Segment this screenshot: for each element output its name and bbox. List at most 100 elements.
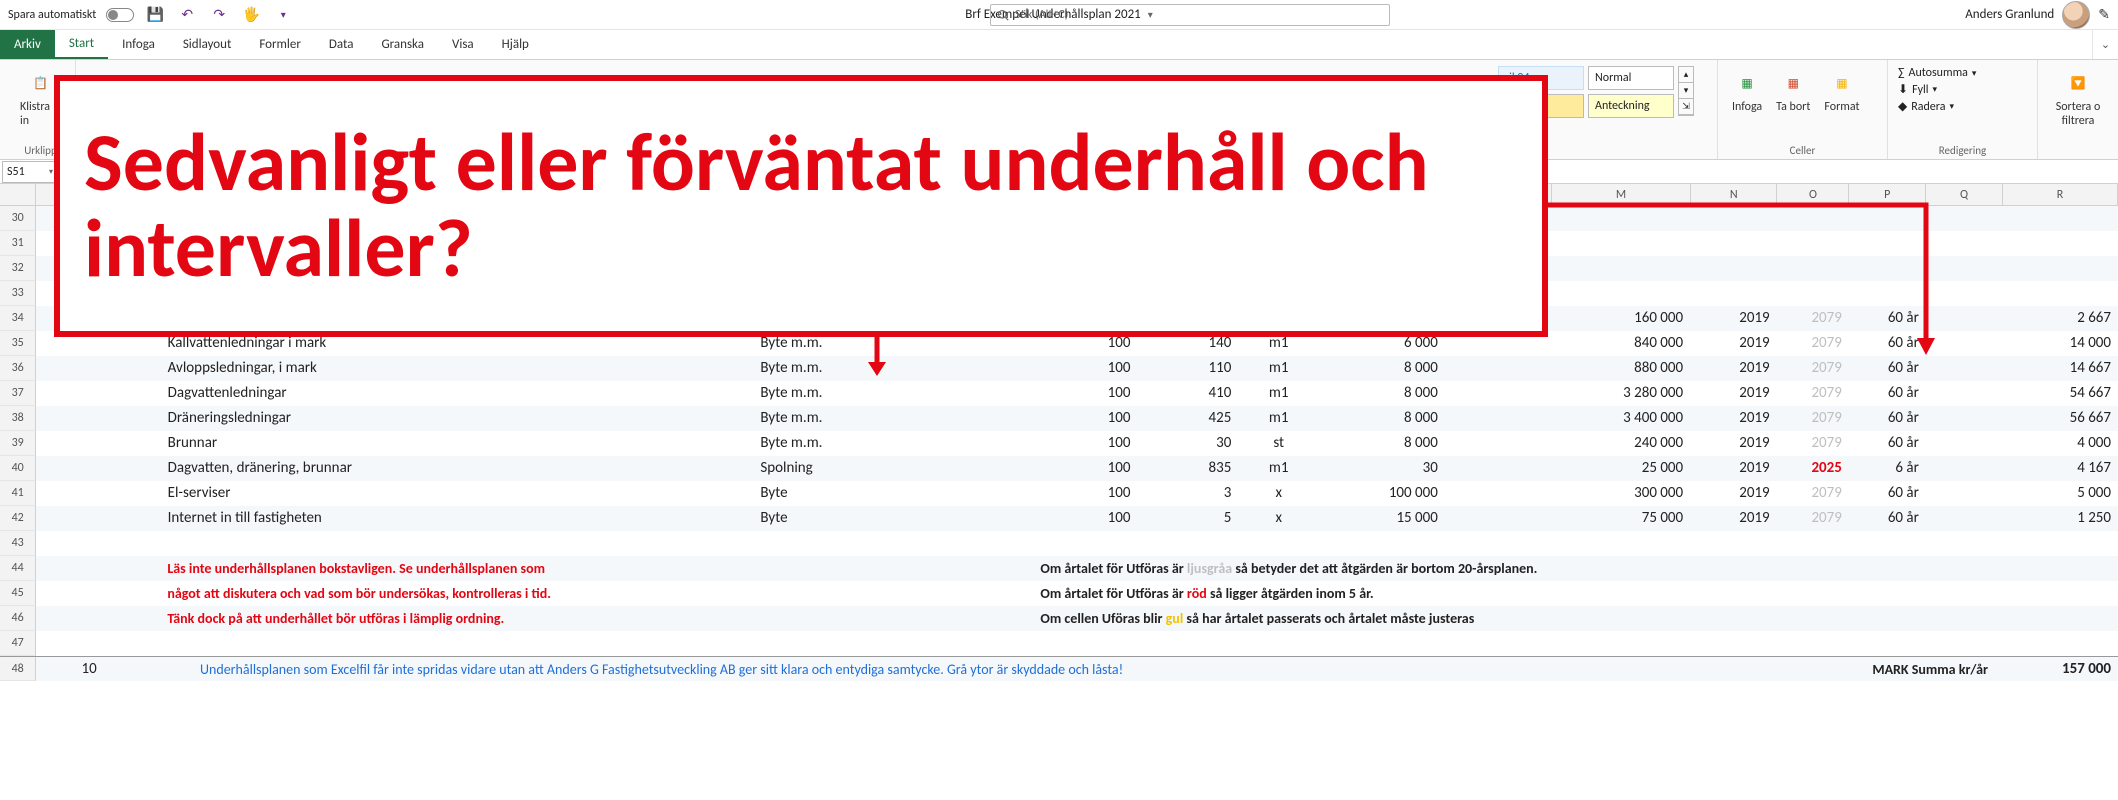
cell[interactable]: [2003, 631, 2118, 656]
cell[interactable]: st: [1238, 431, 1320, 456]
chevron-down-icon[interactable]: ▾: [49, 167, 53, 177]
cell[interactable]: 4 000: [2003, 431, 2118, 456]
cell[interactable]: [1137, 631, 1238, 656]
cell[interactable]: [1445, 356, 1493, 381]
cell[interactable]: 2019: [1690, 506, 1777, 531]
cell[interactable]: 2079: [1777, 406, 1849, 431]
cell[interactable]: [2003, 556, 2118, 581]
cell[interactable]: [1551, 531, 1690, 556]
cell[interactable]: 240 000: [1551, 431, 1690, 456]
cell[interactable]: [1493, 657, 1551, 681]
row-header[interactable]: 40: [0, 456, 36, 481]
cell[interactable]: [1037, 531, 1138, 556]
chevron-up-icon[interactable]: ▴: [1679, 67, 1693, 83]
tab-sidlayout[interactable]: Sidlayout: [169, 30, 246, 59]
format-cells-button[interactable]: ▦ Format: [1820, 66, 1863, 116]
cell[interactable]: 2079: [1777, 481, 1849, 506]
cell[interactable]: [1926, 431, 2003, 456]
cell[interactable]: 2079: [1777, 381, 1849, 406]
cell[interactable]: 100: [1037, 356, 1138, 381]
cell[interactable]: [1552, 556, 1691, 581]
cell[interactable]: 100: [1037, 431, 1138, 456]
cell[interactable]: [1926, 456, 2003, 481]
cell[interactable]: [2003, 531, 2118, 556]
cell[interactable]: 100: [1037, 406, 1138, 431]
cell[interactable]: [1926, 631, 2003, 656]
cell[interactable]: Byte m.m.: [754, 381, 1036, 406]
tab-formler[interactable]: Formler: [245, 30, 315, 59]
row-header[interactable]: 41: [0, 481, 36, 506]
cell[interactable]: [1551, 631, 1690, 656]
cell[interactable]: [1926, 481, 2003, 506]
cell[interactable]: [36, 556, 103, 581]
style-normal[interactable]: Normal: [1588, 66, 1674, 90]
cell[interactable]: 8 000: [1320, 406, 1445, 431]
cell[interactable]: [36, 356, 103, 381]
cell[interactable]: [1493, 531, 1551, 556]
tab-file[interactable]: Arkiv: [0, 30, 55, 59]
cell[interactable]: [1137, 531, 1238, 556]
cell[interactable]: 8 000: [1320, 431, 1445, 456]
cell[interactable]: [1493, 381, 1551, 406]
tab-start[interactable]: Start: [55, 30, 108, 59]
cell[interactable]: [1691, 581, 1777, 606]
cell[interactable]: 4 167: [2003, 456, 2118, 481]
row-header[interactable]: 37: [0, 381, 36, 406]
cell[interactable]: [1849, 531, 1926, 556]
row-header[interactable]: 44: [0, 556, 36, 581]
cell[interactable]: [1445, 506, 1493, 531]
cell[interactable]: [1849, 581, 1926, 606]
row-header[interactable]: 47: [0, 631, 36, 656]
cell[interactable]: 2079: [1777, 431, 1849, 456]
cell[interactable]: [1493, 481, 1551, 506]
cell[interactable]: 110: [1137, 356, 1238, 381]
cell[interactable]: [36, 606, 103, 631]
cell[interactable]: 2019: [1690, 456, 1777, 481]
cell[interactable]: [1849, 556, 1926, 581]
row-header[interactable]: 39: [0, 431, 36, 456]
cell[interactable]: [1320, 531, 1445, 556]
autosum-button[interactable]: ∑Autosumma▾: [1898, 66, 2027, 80]
cell[interactable]: [1137, 657, 1238, 681]
cell[interactable]: [1493, 631, 1551, 656]
cell[interactable]: [1320, 657, 1445, 681]
cell[interactable]: 56 667: [2003, 406, 2118, 431]
cell[interactable]: [104, 506, 162, 531]
cell[interactable]: 100: [1037, 381, 1138, 406]
cell[interactable]: [1494, 606, 1552, 631]
sort-filter-button[interactable]: 🔽 Sortera o filtrera: [2048, 66, 2108, 130]
search-input[interactable]: Sök (Alt+C): [990, 4, 1390, 26]
cell[interactable]: 1 250: [2003, 506, 2118, 531]
cell[interactable]: [104, 481, 162, 506]
cell[interactable]: [104, 556, 162, 581]
cell[interactable]: [753, 606, 1035, 631]
cell[interactable]: x: [1238, 481, 1320, 506]
cell[interactable]: Tänk dock på att underhållet bör utföras…: [161, 606, 752, 631]
cell[interactable]: Dagvattenledningar: [162, 381, 755, 406]
cell[interactable]: 3: [1137, 481, 1238, 506]
cell[interactable]: [1238, 657, 1320, 681]
cell[interactable]: [36, 381, 103, 406]
style-anteckning[interactable]: Anteckning: [1588, 94, 1674, 118]
cell[interactable]: [104, 531, 162, 556]
cell[interactable]: Om årtalet för Utföras är ljusgråa så be…: [1034, 556, 1139, 581]
cell[interactable]: 2025: [1777, 456, 1849, 481]
cell[interactable]: 30: [1137, 431, 1238, 456]
cell[interactable]: [1493, 456, 1551, 481]
cell[interactable]: [1445, 431, 1493, 456]
row-header[interactable]: 43: [0, 531, 36, 556]
collapse-ribbon-icon[interactable]: ⌄: [2092, 30, 2118, 59]
autosave-toggle[interactable]: [106, 8, 134, 22]
cell[interactable]: [1445, 657, 1493, 681]
cell[interactable]: [162, 631, 755, 656]
cell[interactable]: [1445, 406, 1493, 431]
cell[interactable]: 60 år: [1849, 406, 1926, 431]
cell[interactable]: 25 000: [1551, 456, 1690, 481]
cell[interactable]: 15 000: [1320, 506, 1445, 531]
cell[interactable]: 410: [1137, 381, 1238, 406]
cell[interactable]: 2079: [1777, 506, 1849, 531]
cell[interactable]: [1445, 531, 1493, 556]
clear-button[interactable]: ◆Radera▾: [1898, 99, 2027, 114]
cell[interactable]: [104, 631, 162, 656]
cell[interactable]: [1690, 531, 1777, 556]
